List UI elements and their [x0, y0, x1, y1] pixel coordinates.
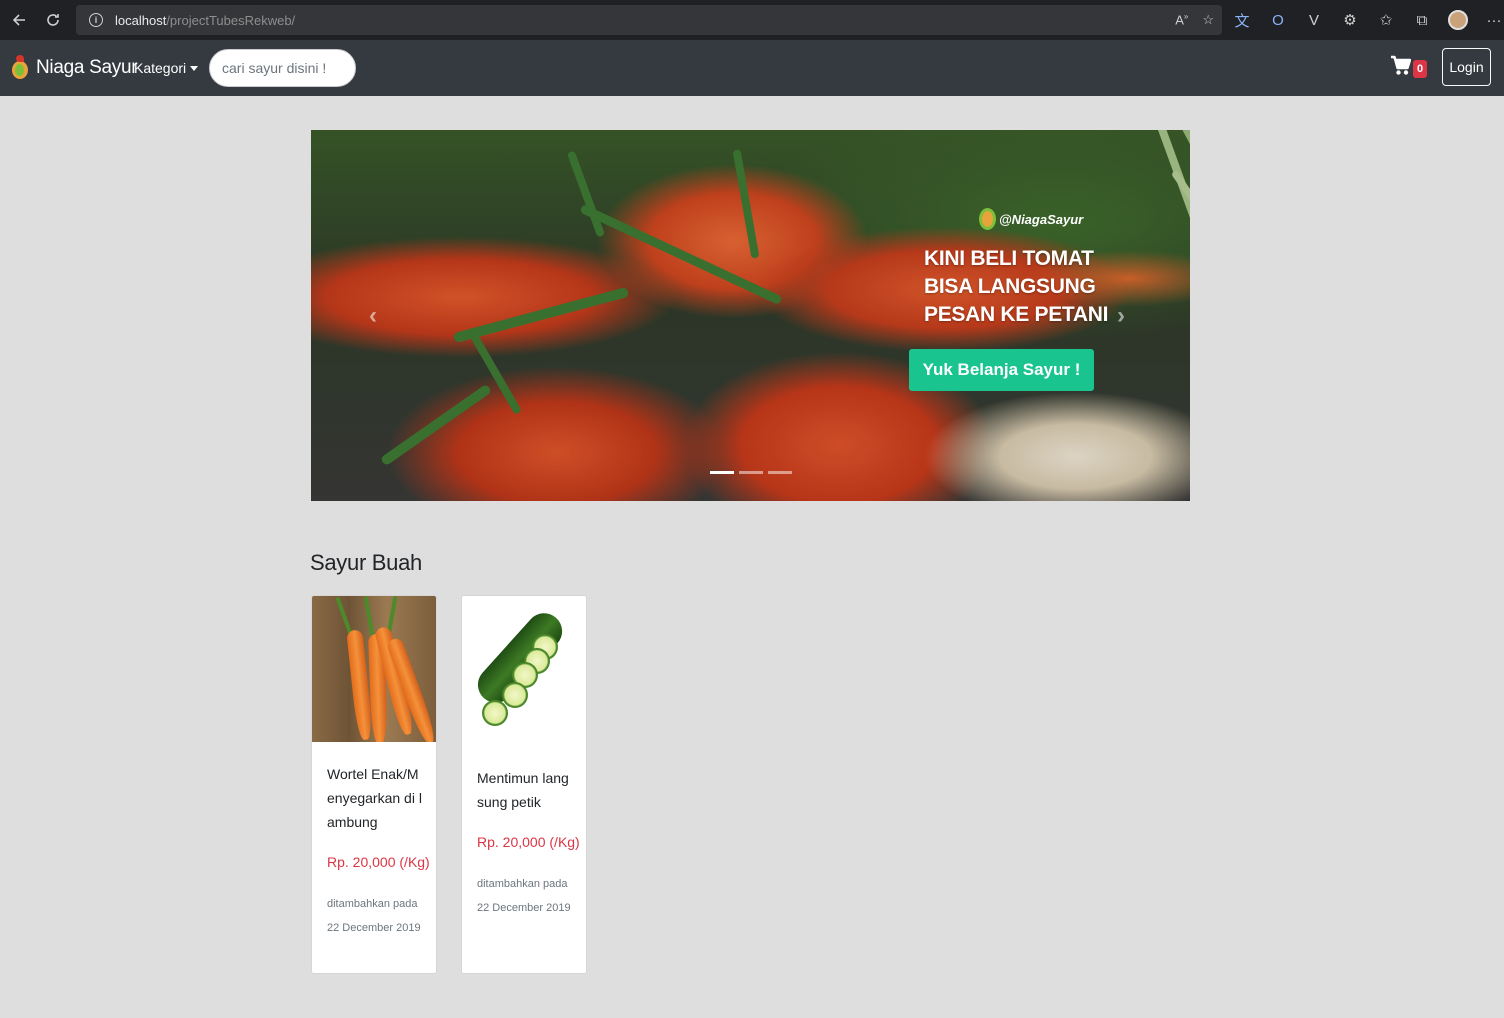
brand-name: Niaga Sayur	[36, 57, 138, 78]
search-input[interactable]	[209, 49, 356, 87]
brand-link[interactable]: Niaga Sayur	[11, 55, 138, 81]
back-arrow-icon[interactable]	[2, 3, 36, 37]
extensions-puzzle-icon[interactable]: ⚙	[1340, 11, 1360, 29]
url-text: localhost/projectTubesRekweb/	[115, 12, 296, 28]
reload-icon[interactable]	[36, 3, 70, 37]
product-image-carrots	[312, 596, 436, 742]
product-card[interactable]: Mentimun langsung petik Rp. 20,000 (/Kg)…	[461, 595, 587, 974]
shop-now-button[interactable]: Yuk Belanja Sayur !	[909, 349, 1094, 391]
collections-icon[interactable]: ⧉	[1412, 12, 1432, 29]
product-image-cucumber	[462, 596, 586, 742]
section-title: Sayur Buah	[310, 550, 422, 575]
niaga-sayur-logo-icon	[11, 55, 29, 81]
favorite-add-icon[interactable]: ☆	[1202, 12, 1214, 28]
kategori-label: Kategori	[134, 60, 187, 76]
translate-icon[interactable]: 文	[1232, 10, 1252, 31]
carousel-indicator-1[interactable]	[710, 471, 734, 474]
carousel-indicator-2[interactable]	[739, 471, 763, 474]
carousel-indicators	[710, 471, 792, 474]
more-menu-icon[interactable]: ···	[1484, 12, 1504, 29]
carousel-headline: KINI BELI TOMAT BISA LANGSUNG PESAN KE P…	[924, 247, 1109, 326]
product-title[interactable]: Wortel Enak/Menyegarkan di lambung	[327, 762, 425, 834]
site-navbar: Niaga Sayur Kategori 0 Login	[0, 40, 1504, 96]
caret-down-icon	[190, 65, 199, 71]
cart-count-badge: 0	[1413, 60, 1427, 78]
site-info-icon[interactable]: i	[89, 13, 103, 27]
cart-link[interactable]: 0	[1391, 55, 1427, 78]
browser-toolbar: i localhost/projectTubesRekweb/ A» ☆ 文 O…	[0, 0, 1504, 40]
kategori-dropdown[interactable]: Kategori	[134, 60, 199, 76]
niaga-sayur-mini-logo-icon	[979, 208, 996, 230]
hero-carousel: @NiagaSayur KINI BELI TOMAT BISA LANGSUN…	[311, 130, 1190, 501]
carousel-indicator-3[interactable]	[768, 471, 792, 474]
carousel-brand-handle: @NiagaSayur	[979, 208, 1083, 230]
favorites-icon[interactable]: ✩	[1376, 11, 1396, 29]
product-price: Rp. 20,000 (/Kg)	[477, 834, 580, 850]
login-button[interactable]: Login	[1442, 48, 1491, 86]
extension-v-icon[interactable]: V	[1304, 12, 1324, 29]
carousel-prev-chevron-left-icon[interactable]: ‹	[369, 302, 377, 330]
product-card[interactable]: Wortel Enak/Menyegarkan di lambung Rp. 2…	[311, 595, 437, 974]
shopping-cart-icon	[1391, 55, 1412, 77]
profile-avatar[interactable]	[1448, 10, 1468, 30]
product-date: ditambahkan pada 22 December 2019	[327, 898, 421, 934]
product-title[interactable]: Mentimun langsung petik	[477, 766, 575, 814]
extension-o-icon[interactable]: O	[1268, 12, 1288, 29]
carousel-next-chevron-right-icon[interactable]: ›	[1117, 302, 1125, 330]
address-bar[interactable]: i localhost/projectTubesRekweb/ A» ☆	[76, 5, 1222, 35]
read-aloud-icon[interactable]: A»	[1175, 12, 1188, 27]
product-date: ditambahkan pada 22 December 2019	[477, 878, 571, 914]
product-price: Rp. 20,000 (/Kg)	[327, 854, 430, 870]
